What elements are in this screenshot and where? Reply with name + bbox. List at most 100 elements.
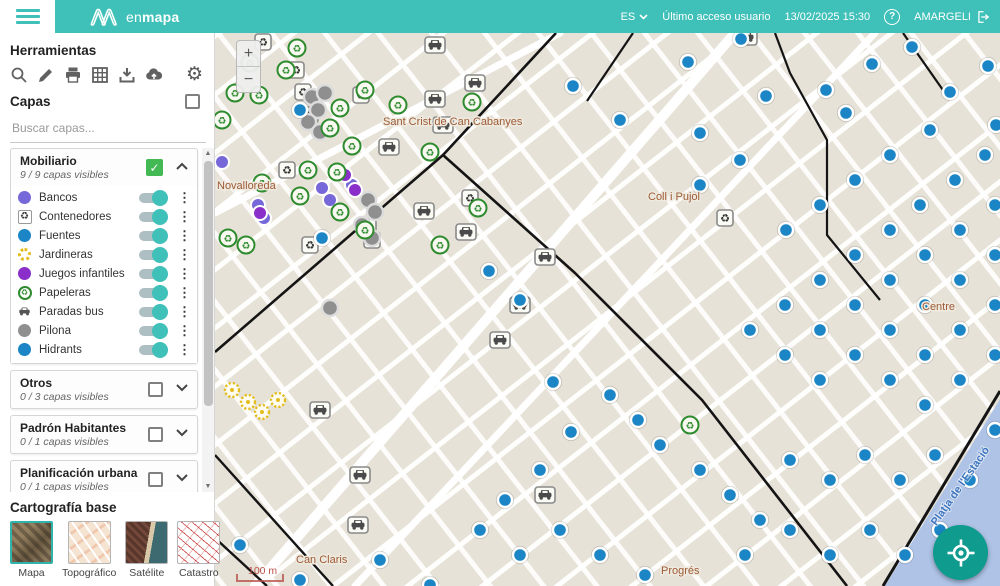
edit-pencil-icon[interactable] [37, 66, 55, 84]
map-marker-juegos[interactable] [348, 183, 362, 197]
table-grid-icon[interactable] [91, 66, 109, 84]
map-marker-papelera[interactable]: ♻ [422, 144, 439, 161]
map-marker-contenedor[interactable]: ♻ [279, 162, 295, 178]
map-marker-papelera[interactable]: ♻ [464, 94, 481, 111]
map-marker-parada-bus[interactable] [535, 249, 555, 265]
map-marker-parada-bus[interactable] [425, 37, 445, 53]
brand-logo[interactable]: enmapa [89, 7, 179, 27]
map-marker-papelera[interactable]: ♻ [300, 162, 317, 179]
layer-group-header[interactable]: Planificación urbana0 / 1 capas visibles [11, 461, 197, 492]
map-marker-parada-bus[interactable] [414, 203, 434, 219]
search-layers-input[interactable] [10, 115, 206, 143]
map-marker-parada-bus[interactable] [456, 224, 476, 240]
map-marker-fuente[interactable] [473, 523, 487, 537]
map-marker-pilona[interactable] [317, 85, 333, 101]
map-marker-fuente[interactable] [918, 348, 932, 362]
print-icon[interactable] [64, 66, 82, 84]
map-marker-fuente[interactable] [883, 323, 897, 337]
map-marker-fuente[interactable] [293, 573, 307, 586]
geolocate-button[interactable] [933, 525, 988, 580]
map-marker-papelera[interactable]: ♻ [357, 82, 374, 99]
map-marker-papelera[interactable]: ♻ [329, 164, 346, 181]
map-marker-parada-bus[interactable] [350, 467, 370, 483]
map-marker-fuente[interactable] [905, 40, 919, 54]
map-marker-fuente[interactable] [733, 153, 747, 167]
map-marker-fuente[interactable] [315, 231, 329, 245]
map-marker-fuente[interactable] [603, 388, 617, 402]
map-marker-papelera[interactable]: ♻ [432, 237, 449, 254]
map-marker-fuente[interactable] [566, 79, 580, 93]
layer-group-header[interactable]: Padrón Habitantes0 / 1 capas visibles [11, 416, 197, 453]
map-marker-fuente[interactable] [778, 298, 792, 312]
map-marker-fuente[interactable] [989, 118, 1000, 132]
map-marker-fuente[interactable] [883, 273, 897, 287]
chevron-down-icon[interactable] [175, 428, 189, 442]
map-marker-fuente[interactable] [953, 223, 967, 237]
map-marker-fuente[interactable] [653, 438, 667, 452]
map-marker-fuente[interactable] [883, 223, 897, 237]
map-marker-parada-bus[interactable] [348, 517, 368, 533]
map-marker-papelera[interactable]: ♻ [292, 188, 309, 205]
layer-options-kebab-icon[interactable]: ⋮ [176, 210, 193, 223]
map-marker-parada-bus[interactable] [490, 332, 510, 348]
map-marker-fuente[interactable] [978, 148, 992, 162]
download-icon[interactable] [118, 66, 136, 84]
map-marker-fuente[interactable] [898, 548, 912, 562]
map-marker-fuente[interactable] [293, 103, 307, 117]
map-marker-fuente[interactable] [783, 453, 797, 467]
hamburger-menu-icon[interactable] [16, 6, 40, 27]
map-marker-fuente[interactable] [813, 323, 827, 337]
map-marker-pilona[interactable] [367, 204, 383, 220]
map-marker-fuente[interactable] [638, 568, 652, 582]
map-marker-pilona[interactable] [322, 300, 338, 316]
map-marker-fuente[interactable] [513, 548, 527, 562]
layer-options-kebab-icon[interactable]: ⋮ [176, 248, 193, 261]
map-marker-fuente[interactable] [918, 398, 932, 412]
map-marker-fuente[interactable] [613, 113, 627, 127]
map-marker-fuente[interactable] [839, 106, 853, 120]
layer-options-kebab-icon[interactable]: ⋮ [176, 324, 193, 337]
map-marker-papelera[interactable]: ♻ [682, 417, 699, 434]
map-marker-fuente[interactable] [423, 578, 437, 586]
map-marker-papelera[interactable]: ♻ [390, 97, 407, 114]
layer-visibility-toggle[interactable] [139, 231, 165, 241]
map-marker-fuente[interactable] [981, 59, 995, 73]
group-checkbox[interactable] [148, 472, 163, 487]
basemap-thumb-cat[interactable] [177, 521, 220, 564]
scroll-up-arrow[interactable]: ▲ [202, 148, 214, 159]
map-marker-papelera[interactable]: ♻ [238, 237, 255, 254]
map-marker-parada-bus[interactable] [425, 91, 445, 107]
map-marker-papelera[interactable]: ♻ [215, 112, 231, 129]
layer-visibility-toggle[interactable] [139, 269, 165, 279]
group-checkbox[interactable] [148, 427, 163, 442]
map-marker-papelera[interactable]: ♻ [220, 230, 237, 247]
map-marker-fuente[interactable] [513, 293, 527, 307]
map-marker-fuente[interactable] [988, 248, 1000, 262]
search-icon[interactable] [10, 66, 28, 84]
map-marker-fuente[interactable] [373, 553, 387, 567]
zoom-in-button[interactable]: + [237, 41, 260, 66]
map-marker-fuente[interactable] [943, 85, 957, 99]
map-marker-fuente[interactable] [848, 248, 862, 262]
map-marker-fuente[interactable] [953, 273, 967, 287]
layer-visibility-toggle[interactable] [139, 326, 165, 336]
layer-visibility-toggle[interactable] [139, 212, 165, 222]
map-marker-jardinera[interactable] [225, 383, 239, 397]
map-marker-papelera[interactable]: ♻ [332, 100, 349, 117]
map-marker-contenedor[interactable]: ♻ [717, 210, 733, 226]
map-marker-fuente[interactable] [988, 198, 1000, 212]
map-marker-fuente[interactable] [953, 373, 967, 387]
map-marker-banco[interactable] [215, 155, 229, 169]
map-marker-fuente[interactable] [858, 448, 872, 462]
map-marker-fuente[interactable] [498, 493, 512, 507]
map-marker-fuente[interactable] [631, 413, 645, 427]
layer-visibility-toggle[interactable] [139, 345, 165, 355]
group-checkbox[interactable] [148, 382, 163, 397]
layer-visibility-toggle[interactable] [139, 250, 165, 260]
map-marker-fuente[interactable] [948, 173, 962, 187]
chevron-up-icon[interactable] [175, 161, 189, 175]
basemap-thumb-mapa[interactable] [10, 521, 53, 564]
map-marker-papelera[interactable]: ♻ [289, 40, 306, 57]
group-checkbox-checked[interactable]: ✓ [146, 159, 163, 176]
help-icon[interactable]: ? [884, 9, 900, 25]
